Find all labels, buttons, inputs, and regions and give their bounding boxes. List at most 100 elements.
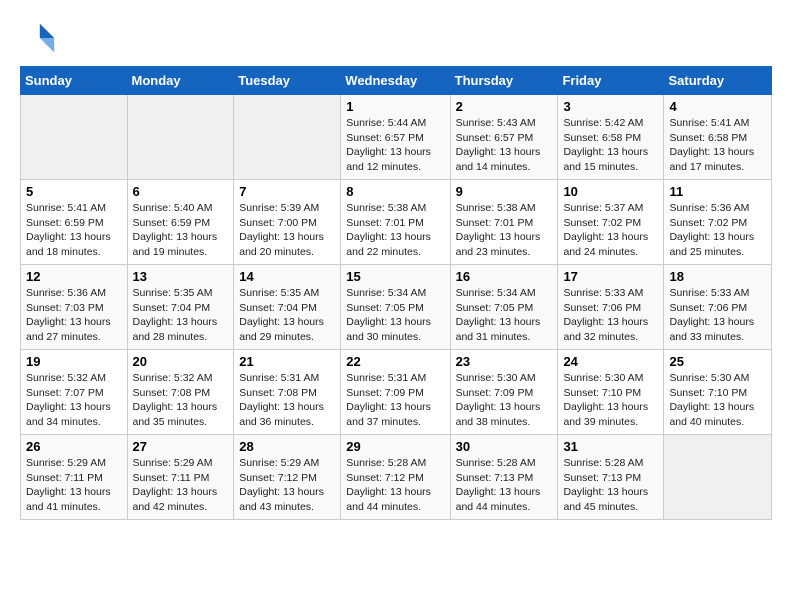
calendar-cell: 30Sunrise: 5:28 AMSunset: 7:13 PMDayligh… (450, 435, 558, 520)
calendar-cell: 23Sunrise: 5:30 AMSunset: 7:09 PMDayligh… (450, 350, 558, 435)
calendar-cell: 27Sunrise: 5:29 AMSunset: 7:11 PMDayligh… (127, 435, 234, 520)
weekday-row: SundayMondayTuesdayWednesdayThursdayFrid… (21, 67, 772, 95)
calendar-cell: 18 Sunrise: 5:33 AMSunset: 7:06 PMDayligh… (664, 265, 772, 350)
calendar-cell: 24 Sunrise: 5:30 AMSunset: 7:10 PMDayligh… (558, 350, 664, 435)
weekday-header: Sunday (21, 67, 128, 95)
weekday-header: Friday (558, 67, 664, 95)
calendar-row: 5 Sunrise: 5:41 AMSunset: 6:59 PMDaylight… (21, 180, 772, 265)
day-number: 15 (346, 269, 444, 284)
day-number: 18 (669, 269, 766, 284)
weekday-header: Saturday (664, 67, 772, 95)
day-number: 2 (456, 99, 553, 114)
day-info: Sunrise: 5:32 AMSunset: 7:07 PMDaylight:… (26, 371, 122, 430)
day-number: 30 (456, 439, 553, 454)
logo (20, 20, 60, 56)
day-number: 1 (346, 99, 444, 114)
day-number: 10 (563, 184, 658, 199)
day-info: Sunrise: 5:32 AMSunset: 7:08 PMDaylight:… (133, 371, 229, 430)
calendar-cell (127, 95, 234, 180)
calendar-cell: 26 Sunrise: 5:29 AMSunset: 7:11 PMDayligh… (21, 435, 128, 520)
calendar-cell (234, 95, 341, 180)
calendar-cell: 5 Sunrise: 5:41 AMSunset: 6:59 PMDaylight… (21, 180, 128, 265)
logo-icon (20, 20, 56, 56)
day-number: 17 (563, 269, 658, 284)
day-info: Sunrise: 5:28 AMSunset: 7:13 PMDaylight:… (563, 456, 658, 515)
day-number: 19 (26, 354, 122, 369)
day-info: Sunrise: 5:34 AMSunset: 7:05 PMDaylight:… (346, 286, 444, 345)
day-number: 20 (133, 354, 229, 369)
day-number: 11 (669, 184, 766, 199)
day-info: Sunrise: 5:43 AMSunset: 6:57 PMDaylight:… (456, 116, 553, 175)
day-number: 3 (563, 99, 658, 114)
calendar-cell: 28 Sunrise: 5:29 AMSunset: 7:12 PMDayligh… (234, 435, 341, 520)
day-number: 24 (563, 354, 658, 369)
day-number: 28 (239, 439, 335, 454)
calendar-cell: 1Sunrise: 5:44 AMSunset: 6:57 PMDaylight… (341, 95, 450, 180)
day-number: 21 (239, 354, 335, 369)
day-info: Sunrise: 5:28 AMSunset: 7:12 PMDaylight:… (346, 456, 444, 515)
day-info: Sunrise: 5:29 AMSunset: 7:12 PMDaylight:… (239, 456, 335, 515)
calendar-cell (664, 435, 772, 520)
day-info: Sunrise: 5:34 AMSunset: 7:05 PMDaylight:… (456, 286, 553, 345)
calendar-cell: 2 Sunrise: 5:43 AMSunset: 6:57 PMDaylight… (450, 95, 558, 180)
day-number: 23 (456, 354, 553, 369)
day-number: 16 (456, 269, 553, 284)
day-info: Sunrise: 5:29 AMSunset: 7:11 PMDaylight:… (26, 456, 122, 515)
calendar-cell: 8Sunrise: 5:38 AMSunset: 7:01 PMDaylight… (341, 180, 450, 265)
calendar-cell (21, 95, 128, 180)
day-number: 14 (239, 269, 335, 284)
calendar-cell: 6Sunrise: 5:40 AMSunset: 6:59 PMDaylight… (127, 180, 234, 265)
day-info: Sunrise: 5:33 AMSunset: 7:06 PMDaylight:… (669, 286, 766, 345)
day-info: Sunrise: 5:38 AMSunset: 7:01 PMDaylight:… (346, 201, 444, 260)
calendar-cell: 31 Sunrise: 5:28 AMSunset: 7:13 PMDayligh… (558, 435, 664, 520)
day-info: Sunrise: 5:38 AMSunset: 7:01 PMDaylight:… (456, 201, 553, 260)
calendar-cell: 25Sunrise: 5:30 AMSunset: 7:10 PMDayligh… (664, 350, 772, 435)
day-info: Sunrise: 5:41 AMSunset: 6:59 PMDaylight:… (26, 201, 122, 260)
calendar-cell: 19 Sunrise: 5:32 AMSunset: 7:07 PMDayligh… (21, 350, 128, 435)
day-info: Sunrise: 5:30 AMSunset: 7:10 PMDaylight:… (669, 371, 766, 430)
day-number: 4 (669, 99, 766, 114)
calendar-row: 19 Sunrise: 5:32 AMSunset: 7:07 PMDayligh… (21, 350, 772, 435)
day-info: Sunrise: 5:42 AMSunset: 6:58 PMDaylight:… (563, 116, 658, 175)
calendar-row: 1Sunrise: 5:44 AMSunset: 6:57 PMDaylight… (21, 95, 772, 180)
weekday-header: Monday (127, 67, 234, 95)
day-number: 13 (133, 269, 229, 284)
calendar-cell: 17Sunrise: 5:33 AMSunset: 7:06 PMDayligh… (558, 265, 664, 350)
day-number: 31 (563, 439, 658, 454)
day-number: 22 (346, 354, 444, 369)
calendar-cell: 13 Sunrise: 5:35 AMSunset: 7:04 PMDayligh… (127, 265, 234, 350)
calendar-cell: 11 Sunrise: 5:36 AMSunset: 7:02 PMDayligh… (664, 180, 772, 265)
calendar-table: SundayMondayTuesdayWednesdayThursdayFrid… (20, 66, 772, 520)
calendar-cell: 10 Sunrise: 5:37 AMSunset: 7:02 PMDayligh… (558, 180, 664, 265)
day-info: Sunrise: 5:39 AMSunset: 7:00 PMDaylight:… (239, 201, 335, 260)
page-header (20, 20, 772, 56)
day-info: Sunrise: 5:41 AMSunset: 6:58 PMDaylight:… (669, 116, 766, 175)
day-number: 6 (133, 184, 229, 199)
day-info: Sunrise: 5:35 AMSunset: 7:04 PMDaylight:… (239, 286, 335, 345)
weekday-header: Thursday (450, 67, 558, 95)
day-info: Sunrise: 5:37 AMSunset: 7:02 PMDaylight:… (563, 201, 658, 260)
calendar-cell: 12Sunrise: 5:36 AMSunset: 7:03 PMDayligh… (21, 265, 128, 350)
weekday-header: Wednesday (341, 67, 450, 95)
day-info: Sunrise: 5:30 AMSunset: 7:10 PMDaylight:… (563, 371, 658, 430)
day-number: 5 (26, 184, 122, 199)
calendar-cell: 29 Sunrise: 5:28 AMSunset: 7:12 PMDayligh… (341, 435, 450, 520)
day-info: Sunrise: 5:35 AMSunset: 7:04 PMDaylight:… (133, 286, 229, 345)
calendar-cell: 7Sunrise: 5:39 AMSunset: 7:00 PMDaylight… (234, 180, 341, 265)
weekday-header: Tuesday (234, 67, 341, 95)
day-info: Sunrise: 5:31 AMSunset: 7:09 PMDaylight:… (346, 371, 444, 430)
calendar-cell: 21 Sunrise: 5:31 AMSunset: 7:08 PMDayligh… (234, 350, 341, 435)
day-info: Sunrise: 5:31 AMSunset: 7:08 PMDaylight:… (239, 371, 335, 430)
calendar-header: SundayMondayTuesdayWednesdayThursdayFrid… (21, 67, 772, 95)
calendar-body: 1Sunrise: 5:44 AMSunset: 6:57 PMDaylight… (21, 95, 772, 520)
calendar-cell: 3 Sunrise: 5:42 AMSunset: 6:58 PMDaylight… (558, 95, 664, 180)
day-number: 29 (346, 439, 444, 454)
calendar-row: 12Sunrise: 5:36 AMSunset: 7:03 PMDayligh… (21, 265, 772, 350)
calendar-cell: 14 Sunrise: 5:35 AMSunset: 7:04 PMDayligh… (234, 265, 341, 350)
calendar-cell: 22 Sunrise: 5:31 AMSunset: 7:09 PMDayligh… (341, 350, 450, 435)
day-info: Sunrise: 5:36 AMSunset: 7:02 PMDaylight:… (669, 201, 766, 260)
day-number: 26 (26, 439, 122, 454)
calendar-cell: 15 Sunrise: 5:34 AMSunset: 7:05 PMDayligh… (341, 265, 450, 350)
day-number: 9 (456, 184, 553, 199)
calendar-cell: 4 Sunrise: 5:41 AMSunset: 6:58 PMDaylight… (664, 95, 772, 180)
